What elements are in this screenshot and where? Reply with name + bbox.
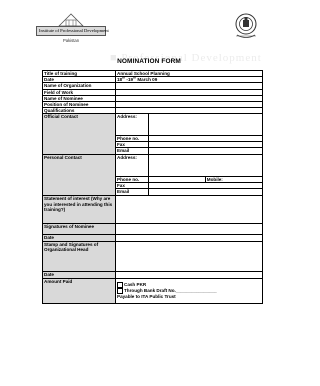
official-address-field[interactable] xyxy=(148,114,262,136)
personal-address-label: Address: xyxy=(116,155,149,177)
nominee-signature-field[interactable] xyxy=(115,223,263,236)
nominee-signature-label: Signatures of Nominee xyxy=(42,223,116,236)
head-date-label: Date xyxy=(42,270,116,279)
official-email-label: Email xyxy=(116,147,149,154)
logo-text: Institute of Professional Development xyxy=(39,28,109,33)
seal-logo xyxy=(233,12,259,47)
personal-address-field[interactable] xyxy=(148,155,262,177)
personal-email-label: Email xyxy=(116,188,149,195)
building-icon xyxy=(58,13,84,27)
payable-note: Payable to ITA Public Trust xyxy=(117,293,176,299)
stamp-label: Stamp and Signatures of Organizational H… xyxy=(42,240,116,272)
official-address-label: Address: xyxy=(116,114,149,136)
head-date-field[interactable] xyxy=(115,270,263,279)
draft-checkbox[interactable] xyxy=(117,287,123,294)
institute-logo: Institute of Professional Development Pa… xyxy=(36,12,109,46)
official-contact-label: Official Contact xyxy=(42,113,116,156)
stamp-field[interactable] xyxy=(115,240,263,272)
personal-email-field[interactable] xyxy=(148,188,262,195)
payment-options: Cash PKR Through Bank Draft No._________… xyxy=(115,277,263,304)
personal-contact-label: Personal Contact xyxy=(42,154,116,197)
official-email-field[interactable] xyxy=(148,147,262,154)
amount-paid-label: Amount Paid xyxy=(42,277,116,304)
logo-subtext: Pakistan xyxy=(62,38,80,43)
form-title: NOMINATION FORM xyxy=(117,58,181,65)
nomination-table: Title of training Annual School Planning… xyxy=(42,69,263,304)
interest-label: Statement of interest (Why are you inter… xyxy=(42,195,116,225)
interest-field[interactable] xyxy=(115,195,263,225)
nomination-form-page: Institute of Professional Development Pa… xyxy=(0,0,298,386)
seal-icon xyxy=(235,13,257,38)
